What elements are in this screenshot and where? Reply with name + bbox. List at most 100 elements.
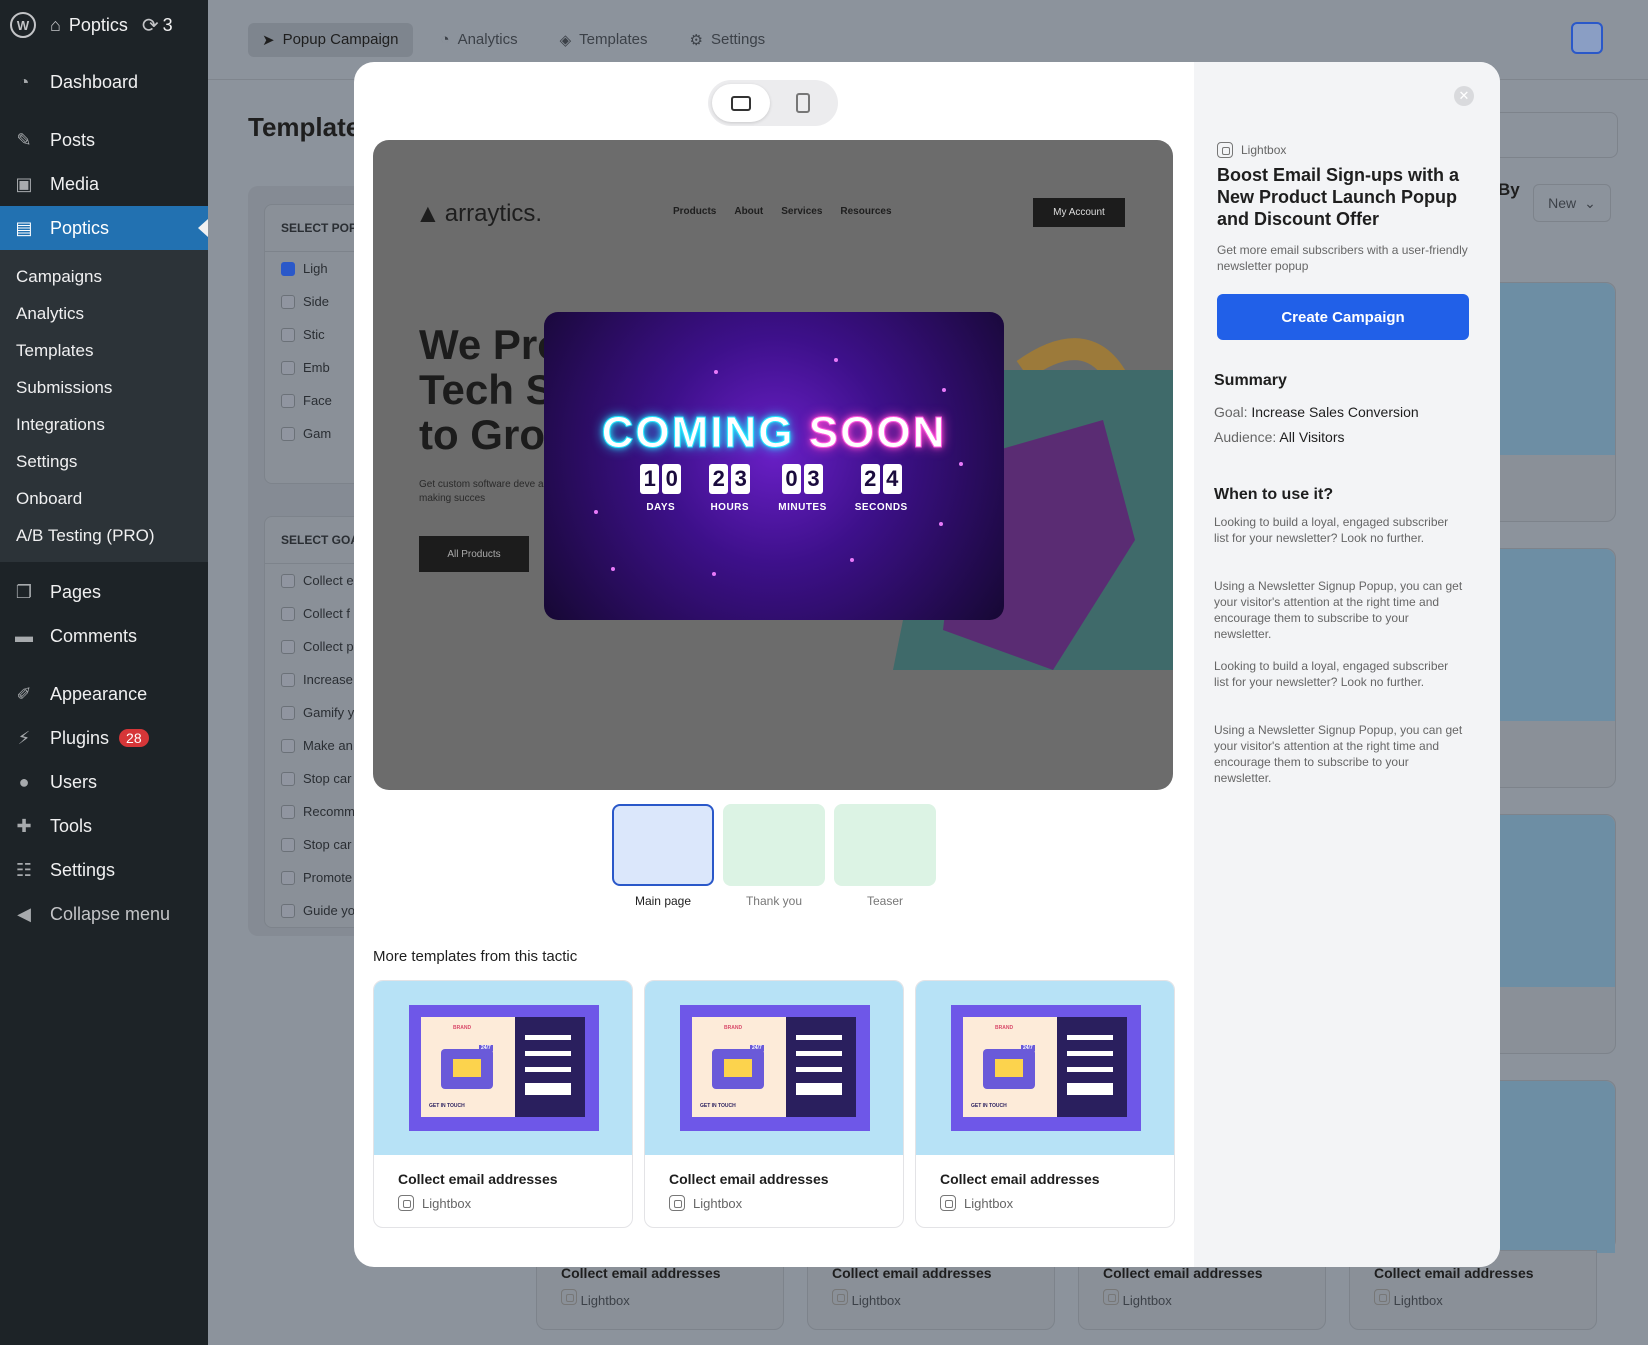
- submenu-templates[interactable]: Templates: [0, 332, 208, 369]
- submenu-submissions[interactable]: Submissions: [0, 369, 208, 406]
- updates-count[interactable]: 3: [163, 15, 173, 36]
- card-type: Lightbox: [398, 1195, 608, 1211]
- sparkle: [834, 358, 838, 362]
- docs-button[interactable]: [1571, 22, 1603, 54]
- checkbox[interactable]: [281, 573, 295, 588]
- countdown-label: SECONDS: [854, 502, 908, 513]
- menu-users[interactable]: ● Users: [0, 760, 208, 804]
- close-icon[interactable]: ✕: [1454, 86, 1474, 106]
- create-campaign-button[interactable]: Create Campaign: [1217, 294, 1469, 340]
- checkbox[interactable]: [281, 870, 295, 885]
- checkbox[interactable]: [281, 672, 295, 687]
- checkbox[interactable]: [281, 360, 295, 375]
- thumb-label: Main page: [634, 894, 692, 908]
- menu-dashboard[interactable]: ◔ Dashboard: [0, 60, 208, 104]
- media-icon: ▣: [15, 173, 33, 194]
- gear-icon: ⚙: [689, 31, 703, 49]
- art-envelope: [995, 1059, 1023, 1077]
- menu-label: Poptics: [50, 217, 110, 238]
- submenu-analytics[interactable]: Analytics: [0, 295, 208, 332]
- thumb-image[interactable]: [723, 804, 825, 886]
- menu-collapse[interactable]: ◀ Collapse menu: [0, 892, 208, 936]
- art-badge: 24/7: [479, 1045, 493, 1051]
- card-title: Collect email addresses: [561, 1265, 721, 1281]
- menu-poptics[interactable]: ▤ Poptics: [0, 206, 208, 250]
- submenu-onboard[interactable]: Onboard: [0, 480, 208, 517]
- more-template-card[interactable]: BRAND 24/7 GET IN TOUCH Collect email addr…: [644, 980, 904, 1228]
- chevron-down-icon: ⌄: [1584, 194, 1596, 211]
- card-type: Lightbox: [1374, 1289, 1572, 1308]
- mobile-view-button[interactable]: [774, 84, 832, 122]
- tab-settings[interactable]: ⚙ Settings: [676, 23, 780, 57]
- checkbox[interactable]: [281, 771, 295, 786]
- more-template-card[interactable]: BRAND 24/7 GET IN TOUCH Collect email addr…: [373, 980, 633, 1228]
- art-line: [1067, 1067, 1113, 1072]
- checkbox[interactable]: [281, 837, 295, 852]
- card-image: BRAND 24/7 GET IN TOUCH: [374, 981, 632, 1155]
- thumb-image[interactable]: [834, 804, 936, 886]
- menu-pages[interactable]: ❐ Pages: [0, 570, 208, 614]
- tab-templates[interactable]: ◈ Templates: [546, 23, 662, 57]
- updates-icon[interactable]: ⟳: [142, 13, 159, 38]
- thumb-thank-you[interactable]: Thank you: [723, 804, 825, 908]
- lightbox-icon: [669, 1195, 685, 1211]
- sort-select[interactable]: New ⌄: [1533, 184, 1611, 222]
- tab-popup-campaign[interactable]: ➤ Popup Campaign: [248, 22, 413, 57]
- menu-posts[interactable]: ✎ Posts: [0, 118, 208, 162]
- digit: 3: [804, 464, 824, 494]
- coming-soon-title: COMING SOON: [544, 408, 1004, 458]
- checkbox[interactable]: [281, 294, 295, 309]
- countdown-label: MINUTES: [778, 502, 827, 513]
- checkbox[interactable]: [281, 393, 295, 408]
- checkbox[interactable]: [281, 639, 295, 654]
- checkbox[interactable]: [281, 606, 295, 621]
- menu-label: Collapse menu: [50, 903, 171, 924]
- checkbox[interactable]: [281, 705, 295, 720]
- card-image: BRAND 24/7 GET IN TOUCH: [916, 981, 1174, 1155]
- desktop-view-button[interactable]: [712, 84, 770, 122]
- countdown-minutes: 0 3 MINUTES: [778, 464, 827, 513]
- summary-audience: Audience: All Visitors: [1214, 429, 1345, 445]
- template-preview-modal: ▲ arraytics. Products About Services Reso…: [354, 62, 1500, 1267]
- more-template-card[interactable]: BRAND 24/7 GET IN TOUCH Collect email addr…: [915, 980, 1175, 1228]
- thumb-main-page[interactable]: Main page: [612, 804, 714, 908]
- tools-icon: ✚: [16, 815, 32, 836]
- sparkle: [712, 572, 716, 576]
- submenu-campaigns[interactable]: Campaigns: [0, 258, 208, 295]
- sparkle: [714, 370, 718, 374]
- checkbox[interactable]: [281, 804, 295, 819]
- card-type: Lightbox: [832, 1289, 1030, 1308]
- menu-plugins[interactable]: ⚡ Plugins 28: [0, 716, 208, 760]
- checkbox[interactable]: [281, 426, 295, 441]
- thumb-teaser[interactable]: Teaser: [834, 804, 936, 908]
- home-icon[interactable]: ⌂: [50, 15, 61, 36]
- menu-comments[interactable]: ▬ Comments: [0, 614, 208, 658]
- menu-settings[interactable]: ☷ Settings: [0, 848, 208, 892]
- menu-tools[interactable]: ✚ Tools: [0, 804, 208, 848]
- checkbox-checked[interactable]: [281, 261, 295, 276]
- option-label: Guide yo: [303, 903, 356, 918]
- submenu-settings[interactable]: Settings: [0, 443, 208, 480]
- checkbox[interactable]: [281, 738, 295, 753]
- collapse-icon: ◀: [17, 903, 31, 924]
- tab-analytics[interactable]: ◔ Analytics: [427, 23, 532, 56]
- appearance-icon: ✐: [16, 683, 32, 704]
- when-to-use-paragraph: Using a Newsletter Signup Popup, you can…: [1214, 579, 1463, 641]
- menu-appearance[interactable]: ✐ Appearance: [0, 672, 208, 716]
- submenu-ab-testing[interactable]: A/B Testing (PRO): [0, 517, 208, 554]
- wordpress-logo-icon[interactable]: W: [10, 12, 36, 38]
- site-account-button: My Account: [1033, 198, 1125, 227]
- site-name[interactable]: Poptics: [69, 15, 128, 36]
- art-envelope: [453, 1059, 481, 1077]
- card-type-label: Lightbox: [1393, 1293, 1443, 1308]
- checkbox[interactable]: [281, 903, 295, 918]
- poptics-submenu: Campaigns Analytics Templates Submission…: [0, 250, 208, 562]
- submenu-integrations[interactable]: Integrations: [0, 406, 208, 443]
- thumb-image[interactable]: [612, 804, 714, 886]
- logo-mark-icon: ▲: [415, 198, 441, 228]
- dashboard-icon: ◔: [18, 71, 30, 92]
- checkbox[interactable]: [281, 327, 295, 342]
- menu-media[interactable]: ▣ Media: [0, 162, 208, 206]
- menu-label: Posts: [50, 129, 96, 150]
- option-label: Promote: [303, 870, 353, 885]
